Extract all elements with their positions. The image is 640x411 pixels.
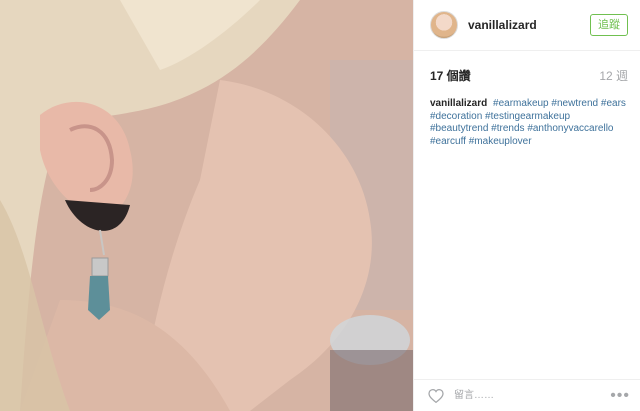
likes-count[interactable]: 17 個讚 bbox=[430, 67, 471, 84]
post-sidebar: vanillalizard 追蹤 17 個讚 12 週 vanillalizar… bbox=[413, 0, 640, 411]
more-options-icon[interactable]: ••• bbox=[610, 387, 630, 405]
instagram-post: vanillalizard 追蹤 17 個讚 12 週 vanillalizar… bbox=[0, 0, 640, 411]
hashtag-link[interactable]: #makeuplover bbox=[469, 136, 532, 147]
hashtag-link[interactable]: #newtrend bbox=[551, 98, 598, 109]
post-time[interactable]: 12 週 bbox=[599, 67, 628, 84]
hashtag-link[interactable]: #decoration bbox=[430, 111, 482, 122]
comment-bar: ••• bbox=[414, 379, 640, 411]
hashtag-link[interactable]: #ears bbox=[601, 98, 626, 109]
hashtag-link[interactable]: #earmakeup bbox=[493, 98, 549, 109]
post-header: vanillalizard 追蹤 bbox=[414, 0, 640, 51]
post-photo[interactable] bbox=[0, 0, 413, 411]
avatar[interactable] bbox=[430, 11, 458, 39]
username[interactable]: vanillalizard bbox=[468, 18, 590, 32]
photo-illustration bbox=[0, 0, 413, 411]
caption-username[interactable]: vanillalizard bbox=[430, 98, 487, 109]
hashtag-link[interactable]: #earcuff bbox=[430, 136, 466, 147]
hashtag-link[interactable]: #beautytrend bbox=[430, 123, 488, 134]
caption: vanillalizard #earmakeup #newtrend #ears… bbox=[414, 90, 640, 148]
heart-icon[interactable] bbox=[428, 388, 444, 403]
hashtag-link[interactable]: #trends bbox=[491, 123, 524, 134]
follow-button[interactable]: 追蹤 bbox=[590, 14, 628, 36]
hashtag-link[interactable]: #testingearmakeup bbox=[485, 111, 570, 122]
hashtag-link[interactable]: #anthonyvaccarello bbox=[527, 123, 613, 134]
post-meta: 17 個讚 12 週 bbox=[414, 51, 640, 90]
comment-input[interactable] bbox=[452, 389, 611, 402]
